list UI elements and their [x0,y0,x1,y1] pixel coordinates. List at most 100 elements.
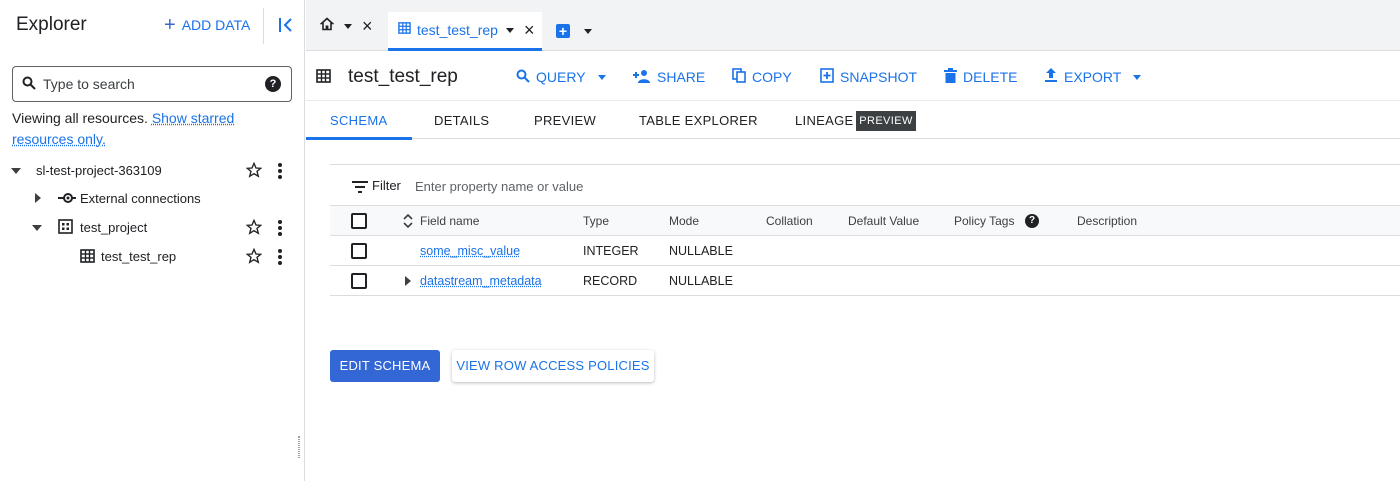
copy-button[interactable]: COPY [732,68,792,85]
viewing-resources-text: Viewing all resources. Show starred reso… [12,108,297,150]
more-vert-icon[interactable] [276,162,284,179]
more-vert-icon[interactable] [276,248,284,265]
tree-item-table[interactable]: test_test_rep [0,242,300,270]
explorer-title: Explorer [16,14,87,35]
explorer-header: Explorer + ADD DATA [0,0,305,52]
row-checkbox[interactable] [351,273,367,289]
tree-item-label: External connections [80,191,201,206]
table-icon [80,249,95,266]
tree-item-label: test_project [80,220,148,235]
table-icon [316,69,331,88]
column-header-default-value: Default Value [848,214,920,228]
expand-caret-icon[interactable] [405,276,411,286]
filter-label: Filter [372,178,401,193]
tree-item-project[interactable]: sl-test-project-363109 [0,156,300,184]
search-field[interactable]: ? [12,66,292,102]
person-add-icon [633,69,651,86]
table-toolbar: test_test_rep QUERY SHARE COPY SNAPSHOT … [306,52,1400,100]
new-tab-plus-icon[interactable]: + [556,24,570,38]
page-title: test_test_rep [348,66,458,87]
delete-label: DELETE [963,69,1018,85]
tab-schema[interactable]: SCHEMA [330,113,387,128]
close-icon[interactable]: × [524,21,535,39]
collapse-panel-icon[interactable] [276,14,296,36]
tree-item-label: sl-test-project-363109 [36,163,162,178]
tree-item-external-connections[interactable]: External connections [0,184,300,212]
column-header-type: Type [583,214,610,228]
sidebar-resize-handle[interactable] [298,436,300,458]
field-type: RECORD [583,274,638,288]
column-header-field-name[interactable]: Field name [420,214,479,228]
tab-test-test-rep[interactable]: test_test_rep × [388,12,542,51]
tab-details[interactable]: DETAILS [434,113,489,128]
snapshot-label: SNAPSHOT [840,69,918,85]
more-vert-icon[interactable] [276,219,284,236]
tab-lineage[interactable]: LINEAGE [795,113,853,128]
snapshot-icon [820,68,834,86]
column-header-description: Description [1077,214,1138,228]
table-row: some_misc_value INTEGER NULLABLE [330,236,1400,266]
help-icon[interactable]: ? [1025,214,1039,228]
field-mode: NULLABLE [669,244,733,258]
caret-down-icon[interactable] [584,29,592,34]
tab-preview[interactable]: PREVIEW [534,113,596,128]
table-subtabs: SCHEMA DETAILS PREVIEW TABLE EXPLORER LI… [306,100,1400,140]
explorer-sidebar: Explorer + ADD DATA ? Viewing all resour… [0,0,305,481]
search-icon [22,76,36,95]
sort-icon[interactable] [403,213,413,233]
trash-icon [944,68,957,86]
add-data-button[interactable]: + ADD DATA [164,14,250,36]
bigquery-console: Explorer + ADD DATA ? Viewing all resour… [0,0,1400,481]
caret-down-icon [1133,74,1142,80]
star-icon[interactable] [245,247,263,264]
tree-item-dataset[interactable]: test_project [0,213,300,241]
column-header-collation: Collation [766,214,813,228]
query-button[interactable]: QUERY [516,69,606,85]
delete-button[interactable]: DELETE [944,68,1018,86]
search-input[interactable] [43,73,253,95]
preview-badge: PREVIEW [856,111,916,131]
close-icon[interactable]: × [362,17,373,35]
view-row-access-policies-button[interactable]: VIEW ROW ACCESS POLICIES [452,350,654,382]
search-icon [516,69,530,86]
tab-table-explorer[interactable]: TABLE EXPLORER [639,113,758,128]
row-checkbox[interactable] [351,243,367,259]
tab-label: test_test_rep [417,22,498,38]
caret-down-icon [597,74,606,80]
active-tab-indicator [306,137,412,140]
caret-down-icon[interactable] [10,165,22,177]
caret-down-icon[interactable] [344,23,352,29]
export-label: EXPORT [1064,69,1122,85]
schema-filter-bar[interactable]: Filter [330,164,1400,206]
field-name-link[interactable]: some_misc_value [420,244,520,258]
tree-item-label: test_test_rep [101,249,177,264]
star-icon[interactable] [245,161,263,178]
caret-down-icon[interactable] [505,27,514,33]
star-icon[interactable] [245,218,263,235]
table-icon [398,21,411,39]
field-mode: NULLABLE [669,274,733,288]
export-button[interactable]: EXPORT [1044,68,1142,86]
edit-schema-button[interactable]: EDIT SCHEMA [330,350,440,382]
copy-label: COPY [752,69,792,85]
viewing-label: Viewing all resources. [12,110,148,126]
plus-icon: + [164,14,176,36]
column-header-mode: Mode [669,214,700,228]
help-icon[interactable]: ? [265,76,281,92]
filter-icon [352,180,368,198]
column-header-policy-tags: Policy Tags [954,214,1015,228]
home-tab[interactable]: × [319,16,373,36]
field-name-link[interactable]: datastream_metadata [420,274,542,288]
table-row: datastream_metadata RECORD NULLABLE [330,266,1400,296]
upload-icon [1044,68,1058,86]
share-label: SHARE [657,69,706,85]
caret-down-icon[interactable] [31,222,43,234]
snapshot-button[interactable]: SNAPSHOT [820,68,918,86]
share-button[interactable]: SHARE [633,69,705,85]
select-all-checkbox[interactable] [351,213,367,229]
query-label: QUERY [536,69,586,85]
caret-right-icon[interactable] [32,192,44,204]
home-icon[interactable] [319,16,335,36]
field-type: INTEGER [583,244,639,258]
filter-input[interactable] [415,176,815,196]
